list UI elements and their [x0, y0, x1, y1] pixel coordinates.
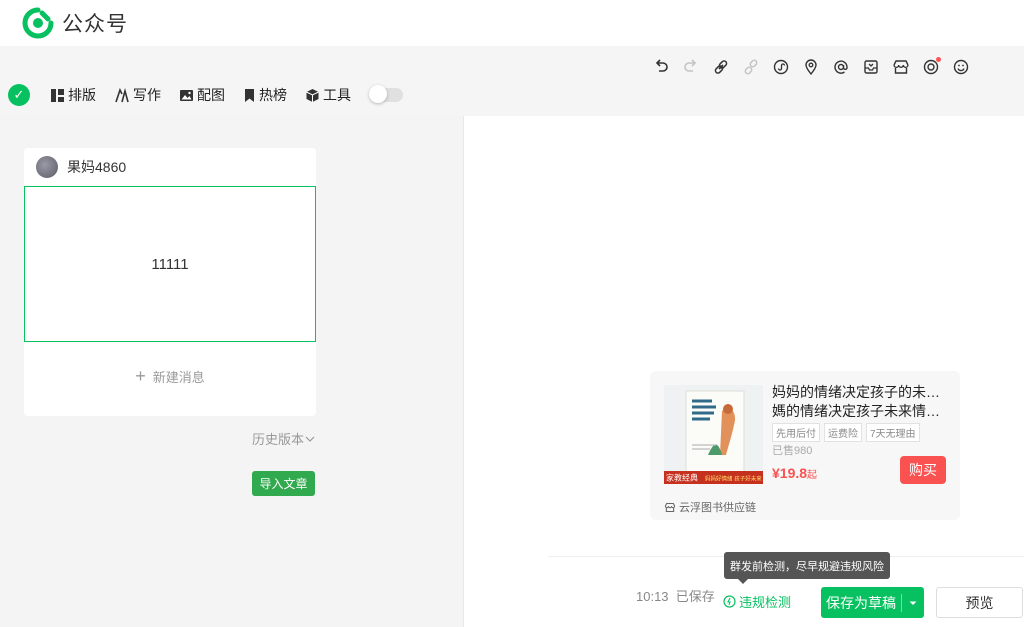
shop-icon: [664, 502, 676, 512]
tag-7day-return: 7天无理由: [866, 423, 920, 442]
redo-icon[interactable]: [676, 56, 706, 78]
avatar: [36, 156, 58, 178]
product-title: 妈妈的情绪决定孩子的未来媽 媽的情绪决定孩子未来情绪…: [772, 384, 950, 419]
plus-icon: +: [135, 366, 146, 386]
tool-layout[interactable]: 排版: [50, 85, 96, 105]
import-article-button[interactable]: 导入文章: [252, 471, 315, 496]
chevron-down-icon[interactable]: [902, 598, 924, 608]
tool-hot-list[interactable]: 热榜: [243, 85, 287, 105]
save-draft-button[interactable]: 保存为草稿: [821, 587, 924, 618]
product-tags: 先用后付 运费险 7天无理由: [772, 423, 924, 442]
image-icon: [180, 89, 193, 101]
product-price: ¥19.8起: [772, 465, 818, 481]
cover-subtitle: 妈妈好情绪 孩子好未来: [705, 475, 762, 483]
article-list-panel: 果妈4860 11111 + 新建消息 历史版本 导入文章: [0, 116, 464, 627]
link-icon[interactable]: [706, 56, 736, 78]
book-cover-image: 家教经典 妈妈好情绪 孩子好未来: [664, 385, 763, 484]
article-title: 11111: [151, 255, 189, 273]
top-bar: 公众号: [0, 0, 1024, 46]
undo-icon[interactable]: [646, 56, 676, 78]
shop-icon[interactable]: [886, 56, 916, 78]
article-group-card: 果妈4860 11111 + 新建消息: [24, 148, 316, 416]
cover-badge: 家教经典: [666, 473, 698, 483]
product-card[interactable]: 家教经典 妈妈好情绪 孩子好未来 妈妈的情绪决定孩子的未来媽 媽的情绪决定孩子未…: [650, 371, 960, 520]
unlink-icon[interactable]: [736, 56, 766, 78]
cube-icon: [306, 88, 319, 102]
preview-button[interactable]: 预览: [936, 587, 1023, 618]
tag-shipping-insurance: 运费险: [824, 423, 862, 442]
sold-count: 已售980: [772, 445, 813, 457]
write-icon: [115, 87, 129, 102]
tool-write[interactable]: 写作: [114, 85, 161, 105]
save-status: 10:13 已保存: [636, 589, 715, 604]
toolbar-feature-tabs: ✓ 排版 写作 配图 热榜 工具: [8, 84, 403, 106]
violation-check-button[interactable]: 违规检测: [723, 592, 791, 611]
tool-tools[interactable]: 工具: [305, 85, 351, 105]
brand-title: 公众号: [62, 13, 128, 36]
supplier-label: 云浮图书供应链: [664, 499, 756, 515]
chevron-down-icon: [305, 436, 315, 442]
target-icon[interactable]: [916, 56, 946, 78]
check-tooltip: 群发前检测，尽早规避违规风险: [724, 552, 890, 584]
account-header: 果妈4860: [24, 148, 316, 186]
plugin-logo-icon[interactable]: ✓: [8, 84, 30, 106]
mention-icon[interactable]: [826, 56, 856, 78]
mini-program-icon[interactable]: [766, 56, 796, 78]
inbox-icon[interactable]: [856, 56, 886, 78]
feature-toggle[interactable]: [369, 85, 403, 103]
shield-icon: [723, 595, 736, 608]
location-icon[interactable]: [796, 56, 826, 78]
layout-icon: [51, 88, 64, 102]
notification-dot: [936, 57, 941, 62]
new-message-button[interactable]: + 新建消息: [24, 366, 316, 387]
history-version-dropdown[interactable]: 历史版本: [252, 429, 316, 448]
bookmark-icon: [245, 88, 254, 102]
tool-image[interactable]: 配图: [179, 85, 225, 105]
tag-pay-later: 先用后付: [772, 423, 820, 442]
article-item-selected[interactable]: 11111: [24, 186, 316, 342]
wechat-mp-logo-icon: [22, 7, 54, 39]
buy-button[interactable]: 购买: [900, 456, 946, 484]
emoji-icon[interactable]: [946, 56, 976, 78]
toolbar-format-icons: [646, 56, 976, 78]
account-name: 果妈4860: [67, 159, 127, 175]
